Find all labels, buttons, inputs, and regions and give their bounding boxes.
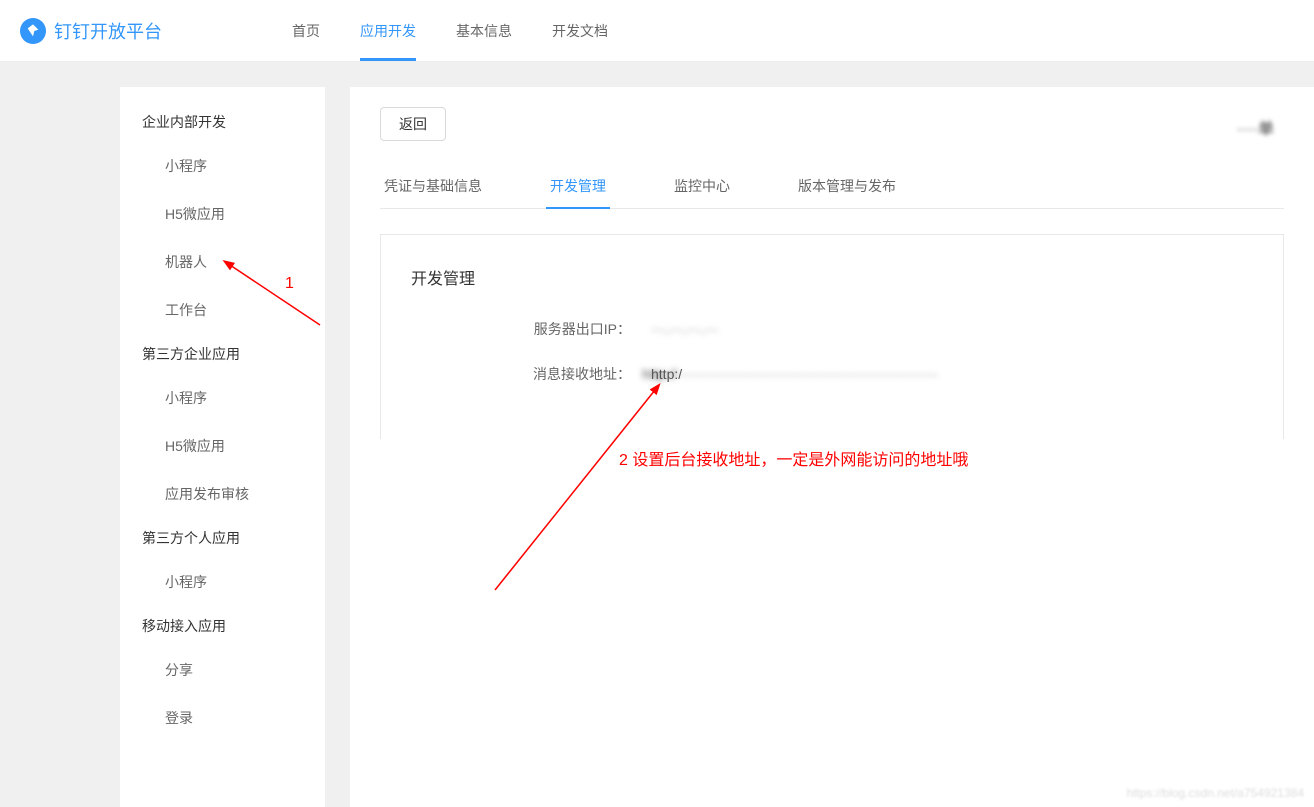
back-button[interactable]: 返回 [380,107,446,141]
brand-logo[interactable]: 钉钉开放平台 [20,18,162,44]
panel-title: 开发管理 [411,265,1253,289]
watermark: https://blog.csdn.net/a754921384 [1127,786,1304,800]
sidebar-item-miniapp-1[interactable]: 小程序 [120,142,325,190]
top-header: 钉钉开放平台 首页 应用开发 基本信息 开发文档 [0,0,1314,62]
nav-app-dev[interactable]: 应用开发 [360,1,416,61]
sidebar-item-robot[interactable]: 机器人 [120,238,325,286]
dev-manage-panel: 开发管理 服务器出口IP： ···.···.···.··· 消息接收地址： ht… [380,234,1284,439]
server-ip-value: ···.···.···.··· [651,321,719,337]
sidebar-item-login[interactable]: 登录 [120,694,325,742]
sidebar-item-miniapp-3[interactable]: 小程序 [120,558,325,606]
receive-url-value: http:/http://···························… [651,366,938,382]
sidebar: 企业内部开发 小程序 H5微应用 机器人 工作台 第三方企业应用 小程序 H5微… [120,87,325,807]
top-nav: 首页 应用开发 基本信息 开发文档 [292,1,608,61]
sidebar-item-publish-review[interactable]: 应用发布审核 [120,470,325,518]
main-content: 返回 ····单 凭证与基础信息 开发管理 监控中心 版本管理与发布 开发管理 … [350,87,1314,807]
body-layout: 企业内部开发 小程序 H5微应用 机器人 工作台 第三方企业应用 小程序 H5微… [0,62,1314,807]
sidebar-item-share[interactable]: 分享 [120,646,325,694]
sidebar-group-mobile: 移动接入应用 [120,606,325,646]
nav-home[interactable]: 首页 [292,1,320,61]
tab-credentials[interactable]: 凭证与基础信息 [380,166,486,208]
nav-dev-docs[interactable]: 开发文档 [552,1,608,61]
sub-tabs: 凭证与基础信息 开发管理 监控中心 版本管理与发布 [380,166,1284,209]
app-name-label: ····单 [1237,115,1274,139]
tab-version[interactable]: 版本管理与发布 [794,166,900,208]
dingtalk-icon [20,18,46,44]
nav-basic-info[interactable]: 基本信息 [456,1,512,61]
sidebar-group-internal: 企业内部开发 [120,102,325,142]
sidebar-item-h5-1[interactable]: H5微应用 [120,190,325,238]
tab-monitor[interactable]: 监控中心 [670,166,734,208]
sidebar-group-thirdparty-personal: 第三方个人应用 [120,518,325,558]
sidebar-item-workbench[interactable]: 工作台 [120,286,325,334]
sidebar-item-h5-2[interactable]: H5微应用 [120,422,325,470]
brand-text: 钉钉开放平台 [54,18,162,44]
server-ip-label: 服务器出口IP： [511,319,631,339]
sidebar-item-miniapp-2[interactable]: 小程序 [120,374,325,422]
field-server-ip: 服务器出口IP： ···.···.···.··· [511,319,1253,339]
tab-dev-manage[interactable]: 开发管理 [546,166,610,208]
field-receive-url: 消息接收地址： http:/http://···················… [511,364,1253,384]
receive-url-label: 消息接收地址： [511,364,631,384]
sidebar-group-thirdparty-ent: 第三方企业应用 [120,334,325,374]
